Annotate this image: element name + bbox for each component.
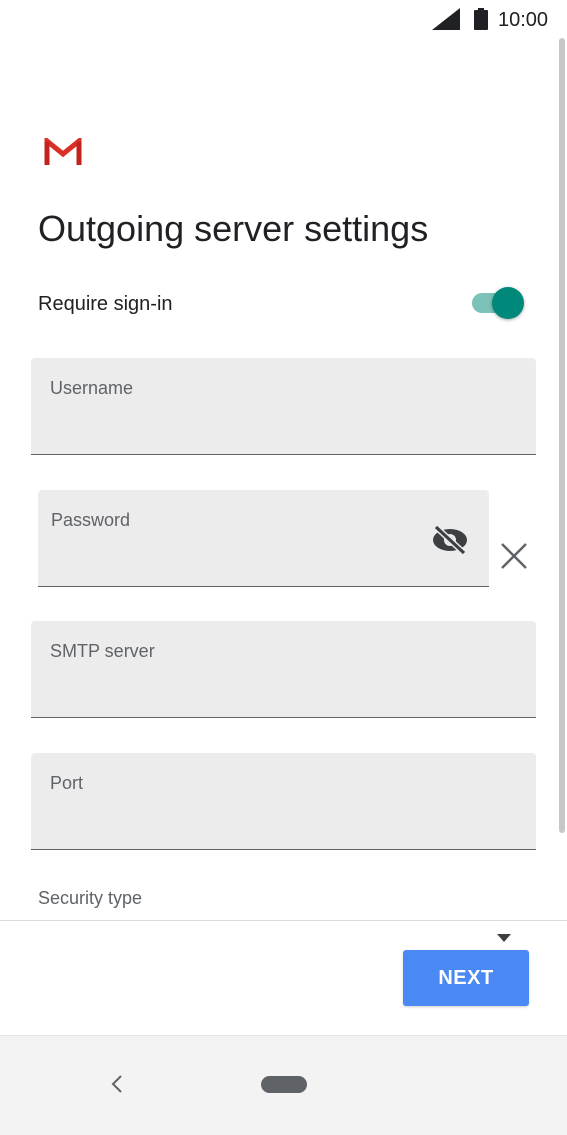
page-title: Outgoing server settings — [38, 208, 429, 249]
battery-icon — [474, 8, 488, 30]
back-icon[interactable] — [106, 1072, 128, 1096]
port-label: Port — [50, 773, 84, 793]
divider — [0, 920, 567, 921]
require-signin-label: Require sign-in — [38, 293, 173, 315]
username-field[interactable]: Username — [31, 358, 536, 455]
next-button[interactable]: NEXT — [403, 950, 529, 1006]
smtp-server-label: SMTP server — [50, 641, 155, 661]
port-field[interactable]: Port — [31, 753, 536, 850]
smtp-server-field[interactable]: SMTP server — [31, 621, 536, 718]
home-button[interactable] — [261, 1076, 307, 1093]
username-label: Username — [50, 378, 134, 398]
signal-icon — [432, 8, 460, 30]
visibility-off-icon[interactable] — [430, 524, 470, 556]
status-time: 10:00 — [498, 9, 549, 31]
gmail-logo — [44, 138, 82, 165]
require-signin-toggle[interactable] — [470, 286, 526, 320]
security-type-label: Security type — [38, 888, 143, 908]
password-field[interactable]: Password — [38, 490, 489, 587]
dropdown-arrow-icon[interactable] — [496, 933, 512, 943]
toggle-knob — [492, 287, 524, 319]
password-label: Password — [51, 510, 131, 530]
scrollbar[interactable] — [559, 38, 565, 833]
close-icon[interactable] — [498, 540, 530, 572]
